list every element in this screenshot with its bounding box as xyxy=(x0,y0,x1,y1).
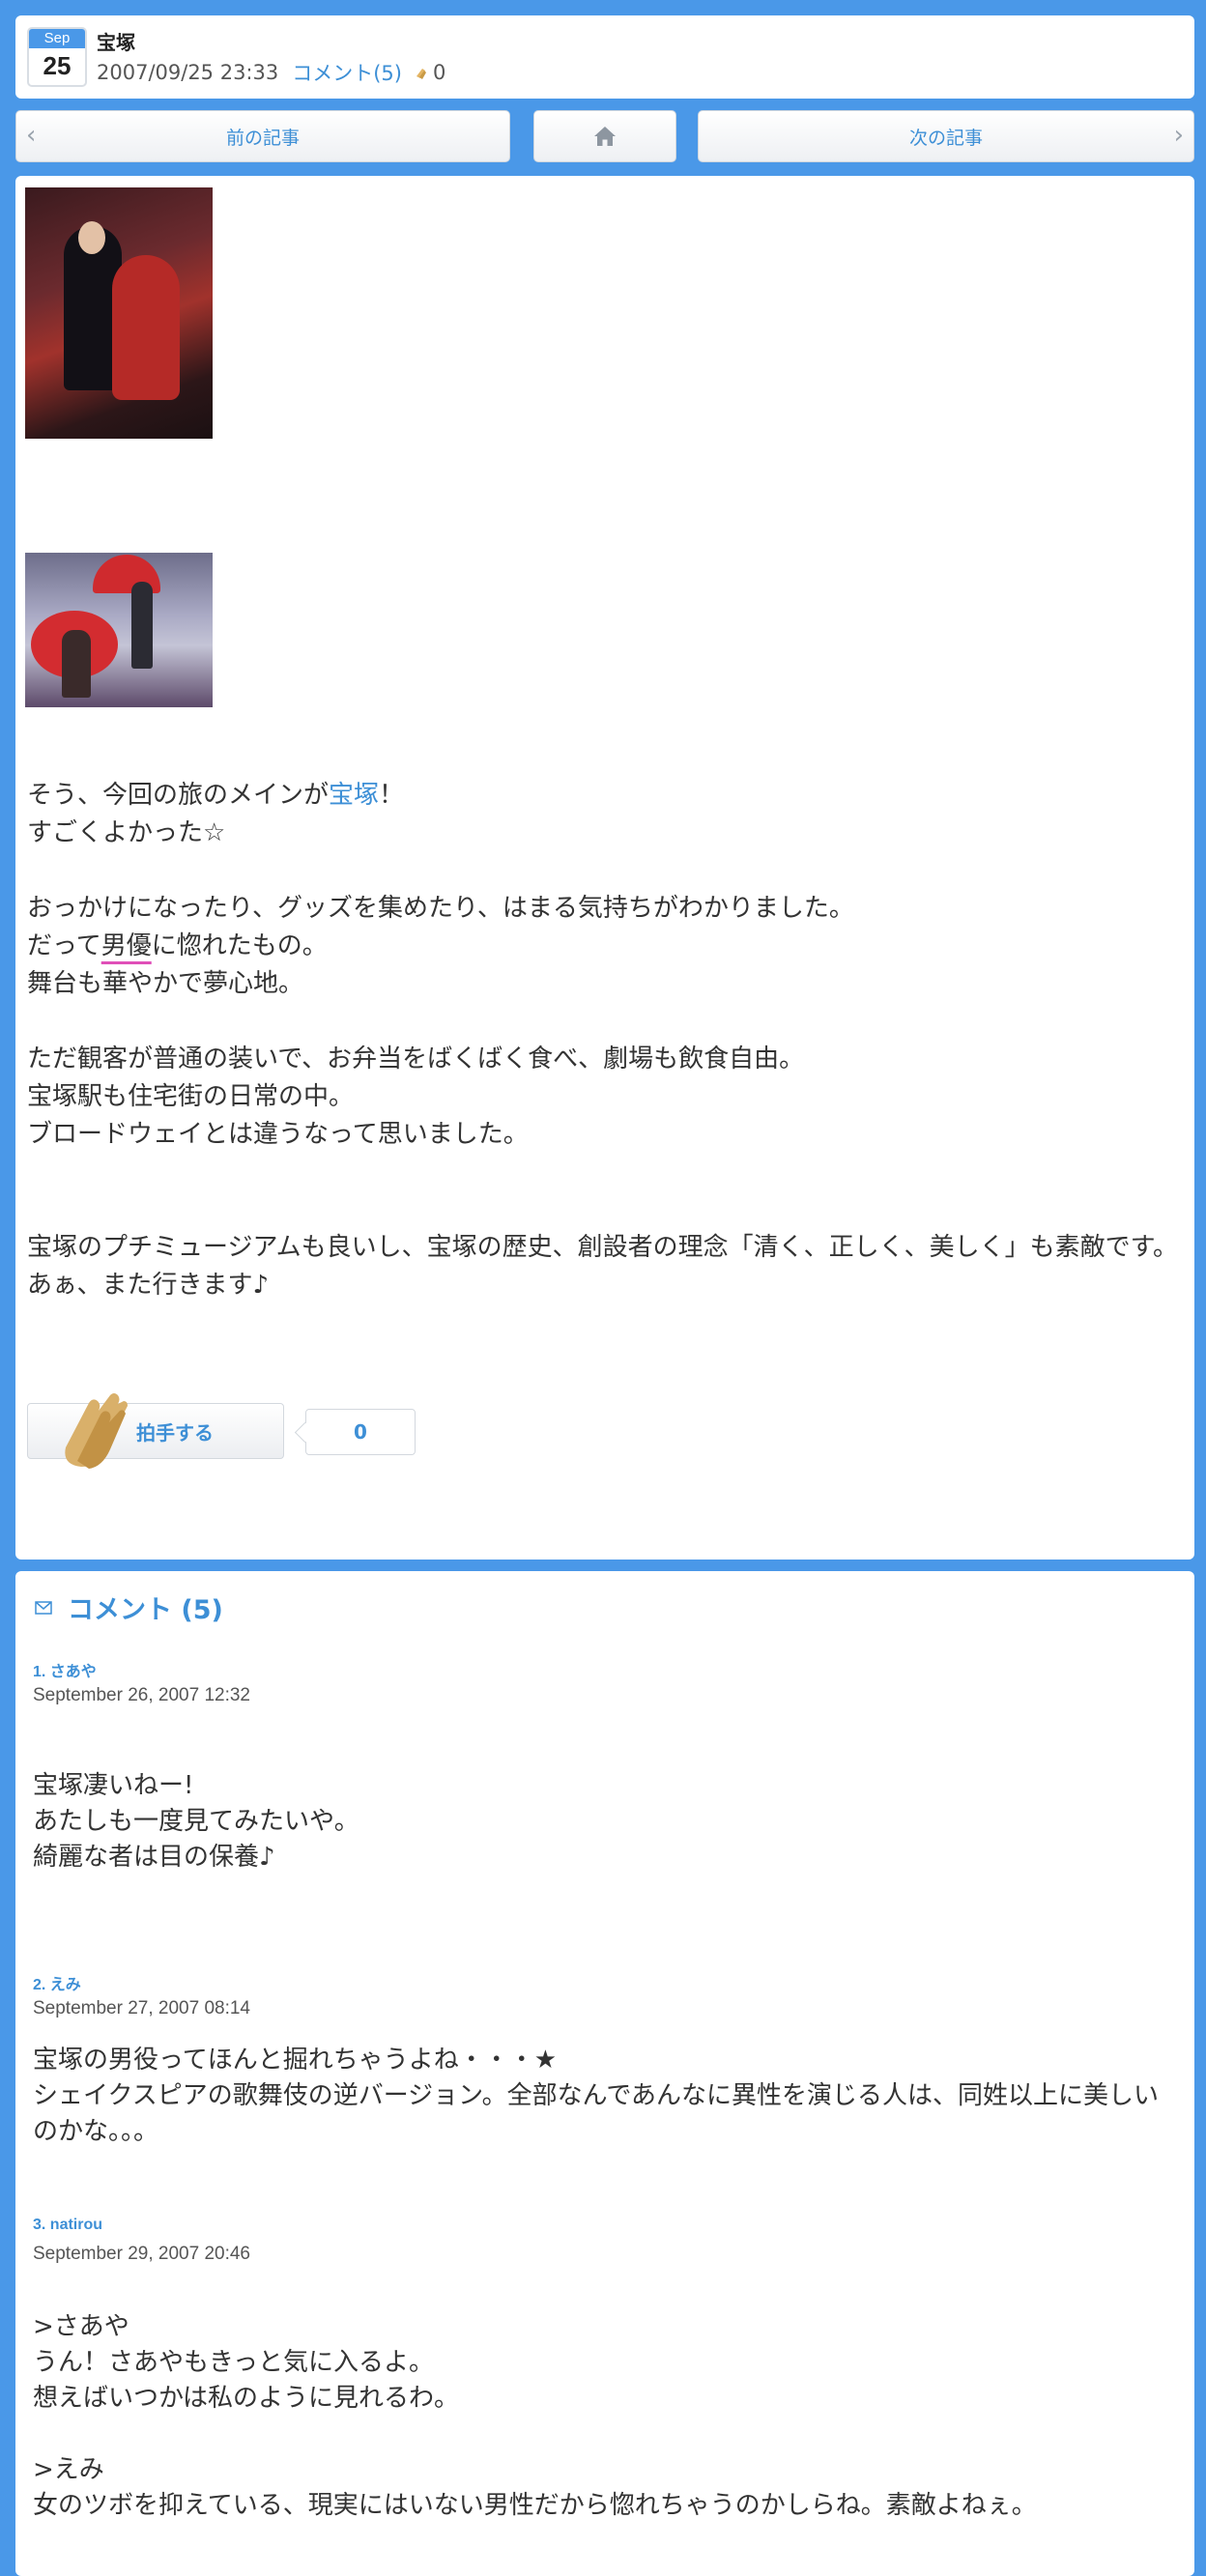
entry-datetime: 2007/09/25 23:33 xyxy=(97,61,279,84)
article-text: そう、今回の旅のメインが宝塚！ すごくよかった☆ おっかけになったり、グッズを集… xyxy=(27,777,1187,1304)
comment-line: 宝塚の男役ってほんと掘れちゃうよね・・・★ xyxy=(33,2046,558,2075)
envelope-icon xyxy=(35,1600,52,1615)
article-line: ブロードウェイとは違うなって思いました。 xyxy=(27,1120,529,1149)
comment-author[interactable]: 1. さあや xyxy=(33,1658,97,1681)
entry-title: 宝塚 xyxy=(97,31,135,54)
keyword-link[interactable]: 男優 xyxy=(101,931,152,960)
chevron-right-icon: › xyxy=(1173,121,1184,150)
date-day: 25 xyxy=(43,51,72,80)
entry-meta: 2007/09/25 23:33 コメント(5) 0 xyxy=(97,58,445,87)
keyword-link[interactable]: 宝塚 xyxy=(329,781,379,810)
clap-summary: 0 xyxy=(414,61,445,84)
comments-section: コメント (5) 1. さあや September 26, 2007 12:32… xyxy=(15,1571,1194,2576)
person-shape xyxy=(62,630,91,698)
article-line: だって男優に惚れたもの。 xyxy=(27,928,1187,965)
comments-link[interactable]: コメント(5) xyxy=(292,58,402,87)
article-line: ただ観客が普通の装いで、お弁当をばくばく食べ、劇場も飲食自由。 xyxy=(27,1045,805,1073)
next-article-label: 次の記事 xyxy=(908,127,983,149)
comment-line: 宝塚凄いねー! xyxy=(33,1771,194,1800)
comment-line: シェイクスピアの歌舞伎の逆バージョン。全部なんであんなに異性を演じる人は、同姓以… xyxy=(33,2081,1160,2146)
stage-photo[interactable] xyxy=(25,553,213,707)
clapping-hands-icon xyxy=(65,1393,128,1469)
home-icon xyxy=(594,127,616,146)
comment-line: 女のツボを抑えている、現実にはいない男性だから惚れちゃうのかしらね。素敵よねぇ。 xyxy=(33,2491,1037,2520)
comments-heading: コメント (5) xyxy=(35,1589,223,1626)
entry-header: Sep 25 宝塚 2007/09/25 23:33 コメント(5) 0 xyxy=(15,15,1194,99)
comment-author[interactable]: 2. えみ xyxy=(33,1971,81,1994)
article-line: おっかけになったり、グッズを集めたり、はまる気持ちがわかりました。 xyxy=(27,894,854,923)
comment-line: >えみ xyxy=(33,2455,104,2484)
comment-date: September 27, 2007 08:14 xyxy=(33,1998,251,2018)
text-span: だって xyxy=(27,931,101,960)
comment-line: 綺麗な者は目の保養♪ xyxy=(33,1843,275,1872)
comment-line: >さあや xyxy=(33,2312,129,2341)
clap-count: 0 xyxy=(305,1409,416,1455)
article-line: 宝塚のプチミュージアムも良いし、宝塚の歴史、創設者の理念「清く、正しく、美しく」… xyxy=(27,1233,1179,1262)
text-span: に惚れたもの。 xyxy=(151,931,328,960)
comments-heading-label: コメント (5) xyxy=(68,1595,223,1625)
comment-line: うん！さあやもきっと気に入るよ。 xyxy=(33,2348,434,2377)
comment-body: >さあや うん！さあやもきっと気に入るよ。 想えばいつかは私のように見れるわ。 … xyxy=(33,2309,1183,2524)
comment-body: 宝塚凄いねー! あたしも一度見てみたいや。 綺麗な者は目の保養♪ xyxy=(33,1768,1183,1875)
home-button[interactable] xyxy=(533,110,676,162)
chevron-left-icon: ‹ xyxy=(26,121,37,150)
poster-face xyxy=(78,221,105,254)
article-line: 宝塚駅も住宅街の日常の中。 xyxy=(27,1082,355,1111)
article-line: あぁ、また行きます♪ xyxy=(27,1271,270,1300)
poster-figure xyxy=(112,255,180,400)
clap-button-label: 拍手する xyxy=(136,1420,214,1445)
article-body: そう、今回の旅のメインが宝塚！ すごくよかった☆ おっかけになったり、グッズを集… xyxy=(15,176,1194,1560)
text-span: そう、今回の旅のメインが xyxy=(27,781,330,810)
comment-date: September 29, 2007 20:46 xyxy=(33,2244,251,2264)
article-line: 舞台も華やかで夢心地。 xyxy=(27,969,304,998)
article-line: すごくよかった☆ xyxy=(27,818,226,847)
person-shape xyxy=(131,582,153,669)
comment-date: September 26, 2007 12:32 xyxy=(33,1685,251,1705)
prev-article-button[interactable]: ‹ 前の記事 xyxy=(15,110,510,162)
comment-body: 宝塚の男役ってほんと掘れちゃうよね・・・★ シェイクスピアの歌舞伎の逆バージョン… xyxy=(33,2043,1183,2150)
comment-line: あたしも一度見てみたいや。 xyxy=(33,1807,359,1836)
date-badge: Sep 25 xyxy=(27,27,87,87)
clap-summary-count: 0 xyxy=(432,61,446,84)
comment-line: 想えばいつかは私のように見れるわ。 xyxy=(33,2384,459,2413)
comment-author[interactable]: 3. natirou xyxy=(33,2217,102,2234)
clap-icon xyxy=(416,69,426,79)
next-article-button[interactable]: 次の記事 › xyxy=(698,110,1194,162)
prev-article-label: 前の記事 xyxy=(225,127,300,149)
text-span: ！ xyxy=(379,781,405,810)
date-month: Sep xyxy=(29,29,85,48)
article-line: そう、今回の旅のメインが宝塚！ xyxy=(27,777,1187,815)
poster-image[interactable] xyxy=(25,187,213,439)
